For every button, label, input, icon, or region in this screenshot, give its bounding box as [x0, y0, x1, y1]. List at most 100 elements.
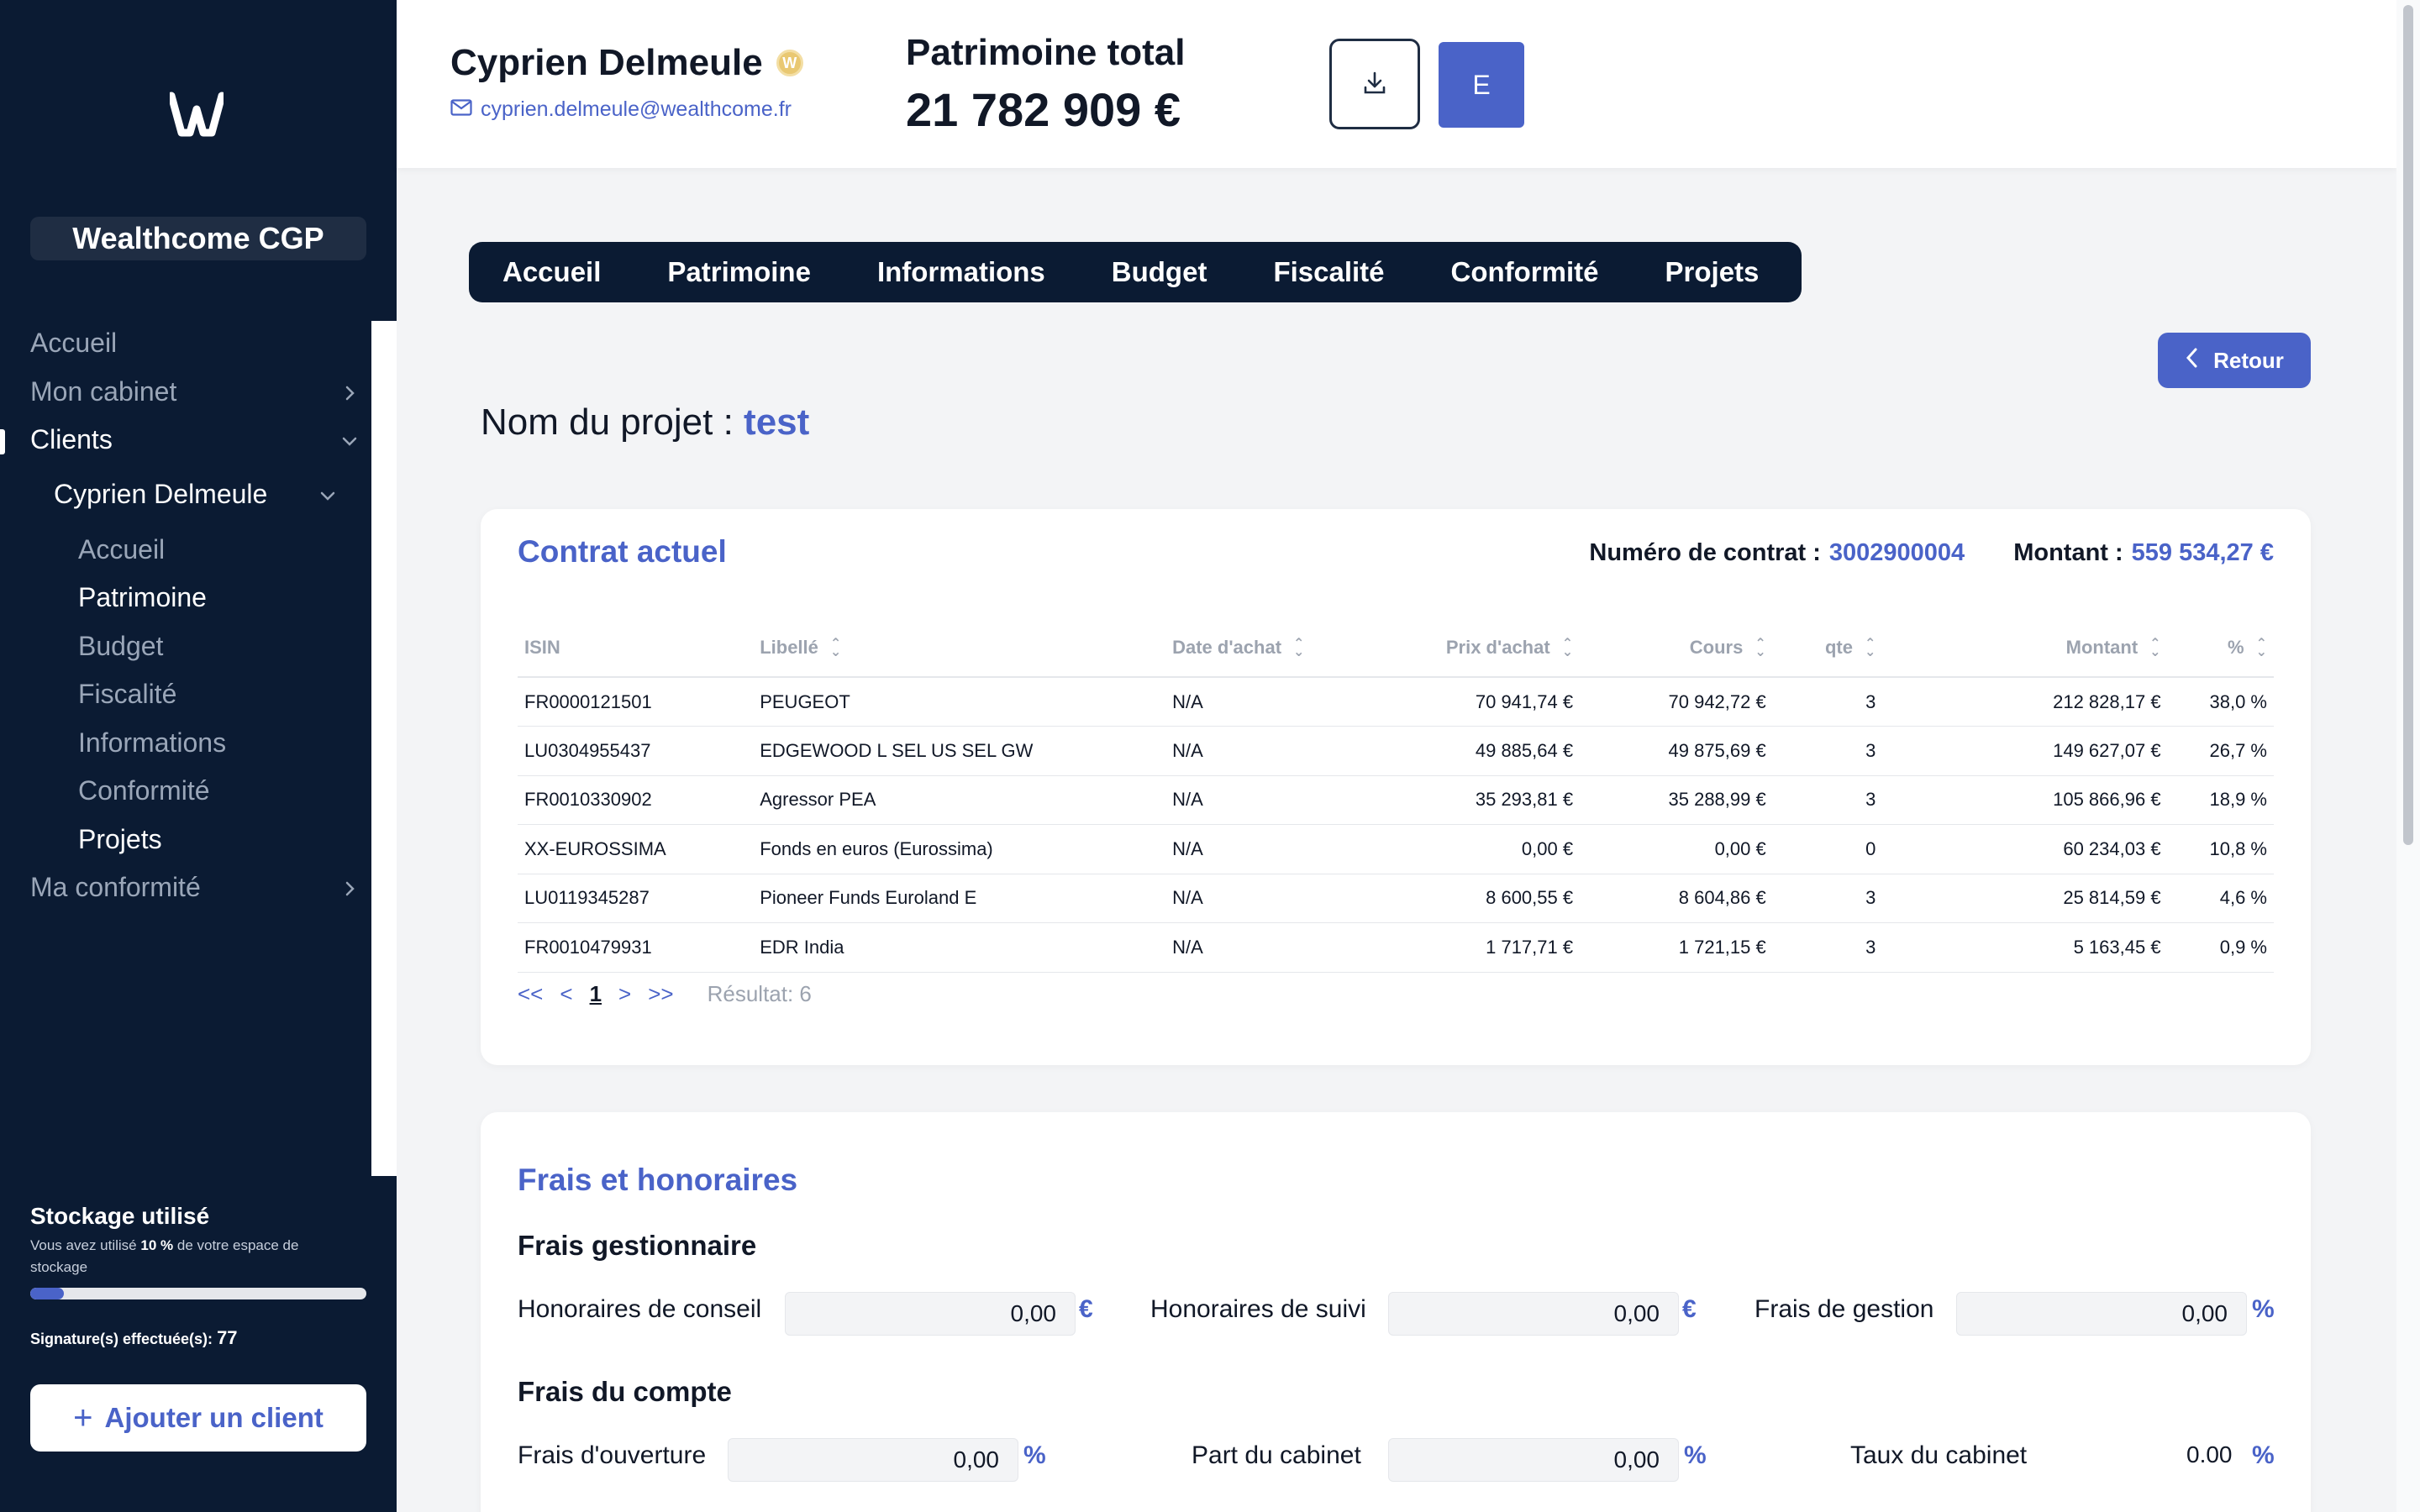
- scrollbar-thumb[interactable]: [2403, 5, 2413, 845]
- cell-qte: 3: [1772, 874, 1883, 923]
- retour-button[interactable]: Retour: [2158, 333, 2311, 388]
- column-header-prix-achat[interactable]: Prix d'achat ⌃ ⌄: [1372, 618, 1581, 678]
- nav-client-accueil[interactable]: Accueil: [78, 534, 165, 565]
- percent-unit: %: [2252, 1441, 2275, 1469]
- next-page-icon[interactable]: >: [618, 981, 631, 1007]
- cell-prix-achat: 35 293,81 €: [1372, 775, 1581, 825]
- tab-conformite[interactable]: Conformité: [1451, 256, 1599, 288]
- table-row[interactable]: FR0010479931 EDR India N/A 1 717,71 €1 721,…: [518, 922, 2274, 973]
- nav-ma-conformite[interactable]: Ma conformité: [30, 872, 201, 903]
- part-cabinet-input[interactable]: [1388, 1438, 1679, 1482]
- cell-date-achat: N/A: [1165, 677, 1373, 727]
- honoraires-suivi-input[interactable]: [1388, 1292, 1679, 1336]
- table-header-row: ISIN Libellé ⌃ ⌄ Date d'achat ⌃ ⌄ Prix d'ach…: [518, 618, 2274, 678]
- storage-progress-bar: [30, 1288, 366, 1299]
- chevron-right-icon[interactable]: [339, 879, 360, 899]
- chevron-down-icon[interactable]: [339, 431, 360, 451]
- column-header-montant[interactable]: Montant ⌃ ⌄: [1882, 618, 2168, 678]
- column-header-percent[interactable]: % ⌃ ⌄: [2167, 618, 2274, 678]
- wealthcome-logo[interactable]: [167, 91, 226, 138]
- sort-icon[interactable]: ⌃ ⌄: [1562, 637, 1573, 659]
- table-row[interactable]: LU0119345287 Pioneer Funds Euroland E N/A 8…: [518, 874, 2274, 923]
- project-title: Nom du projet : test: [481, 402, 809, 444]
- patrimoine-total-label: Patrimoine total: [906, 32, 1186, 73]
- cell-cours: 35 288,99 €: [1580, 775, 1773, 825]
- tab-patrimoine[interactable]: Patrimoine: [667, 256, 811, 288]
- cell-montant: 25 814,59 €: [1882, 874, 2168, 923]
- nav-client-fiscalite[interactable]: Fiscalité: [78, 679, 176, 710]
- client-tabs: Accueil Patrimoine Informations Budget F…: [469, 242, 1802, 302]
- cell-montant: 105 866,96 €: [1882, 775, 2168, 825]
- header: Cyprien Delmeule W cyprien.delmeule@weal…: [397, 0, 2396, 168]
- column-header-qte[interactable]: qte ⌃ ⌄: [1772, 618, 1883, 678]
- storage-title: Stockage utilisé: [30, 1203, 210, 1229]
- table-row[interactable]: XX-EUROSSIMA Fonds en euros (Eurossima) N/…: [518, 824, 2274, 874]
- table-row[interactable]: LU0304955437 EDGEWOOD L SEL US SEL GW N/A 4…: [518, 726, 2274, 776]
- nav-active-indicator: [0, 429, 5, 454]
- download-button[interactable]: [1329, 39, 1420, 129]
- cell-isin: FR0010330902: [518, 775, 754, 825]
- cell-percent: 4,6 %: [2167, 874, 2274, 923]
- cell-libelle: Agressor PEA: [753, 775, 1166, 825]
- chevron-down-icon[interactable]: [318, 486, 338, 506]
- chevron-right-icon[interactable]: [339, 383, 360, 403]
- cell-montant: 60 234,03 €: [1882, 824, 2168, 874]
- tab-accueil[interactable]: Accueil: [502, 256, 601, 288]
- cell-libelle: EDR India: [753, 922, 1166, 973]
- column-header-isin[interactable]: ISIN: [518, 618, 754, 678]
- sort-icon[interactable]: ⌃ ⌄: [830, 637, 841, 659]
- cell-percent: 18,9 %: [2167, 775, 2274, 825]
- cell-isin: FR0000121501: [518, 677, 754, 727]
- page-scrollbar[interactable]: [2396, 0, 2420, 1512]
- frais-ouverture-input[interactable]: [728, 1438, 1018, 1482]
- cell-qte: 3: [1772, 775, 1883, 825]
- honoraires-conseil-input[interactable]: [785, 1292, 1076, 1336]
- column-header-libelle[interactable]: Libellé ⌃ ⌄: [753, 618, 1166, 678]
- table-row[interactable]: FR0000121501 PEUGEOT N/A 70 941,74 €70 942,…: [518, 677, 2274, 727]
- nav-client-patrimoine[interactable]: Patrimoine: [78, 582, 207, 613]
- cell-libelle: PEUGEOT: [753, 677, 1166, 727]
- nav-client-conformite[interactable]: Conformité: [78, 775, 210, 806]
- prev-page-icon[interactable]: <: [560, 981, 572, 1007]
- sort-icon[interactable]: ⌃ ⌄: [1293, 637, 1304, 659]
- sort-icon[interactable]: ⌃ ⌄: [2256, 637, 2267, 659]
- percent-unit: %: [1023, 1441, 1046, 1469]
- frais-gestion-label: Frais de gestion: [1754, 1295, 1934, 1323]
- nav-client-budget[interactable]: Budget: [78, 631, 163, 662]
- frais-gestion-input[interactable]: [1956, 1292, 2247, 1336]
- tab-budget[interactable]: Budget: [1112, 256, 1207, 288]
- contract-number: Numéro de contrat : 3002900004: [1589, 539, 1965, 567]
- sort-icon[interactable]: ⌃ ⌄: [1754, 637, 1765, 659]
- tab-informations[interactable]: Informations: [877, 256, 1045, 288]
- cell-prix-achat: 49 885,64 €: [1372, 726, 1581, 776]
- add-client-button[interactable]: + Ajouter un client: [30, 1384, 366, 1452]
- table-row[interactable]: FR0010330902 Agressor PEA N/A 35 293,81 €35…: [518, 775, 2274, 825]
- column-header-cours[interactable]: Cours ⌃ ⌄: [1580, 618, 1773, 678]
- user-avatar[interactable]: E: [1439, 42, 1524, 128]
- tab-fiscalite[interactable]: Fiscalité: [1273, 256, 1384, 288]
- first-page-icon[interactable]: <<: [518, 981, 543, 1007]
- cell-date-achat: N/A: [1165, 726, 1373, 776]
- tab-projets[interactable]: Projets: [1665, 256, 1760, 288]
- project-name: test: [744, 402, 810, 443]
- cell-qte: 3: [1772, 726, 1883, 776]
- nav-client-informations[interactable]: Informations: [78, 727, 226, 759]
- cell-isin: XX-EUROSSIMA: [518, 824, 754, 874]
- sort-icon[interactable]: ⌃ ⌄: [2149, 637, 2160, 659]
- cell-isin: LU0119345287: [518, 874, 754, 923]
- nav-mon-cabinet[interactable]: Mon cabinet: [30, 376, 176, 407]
- client-name-text: Cyprien Delmeule: [450, 42, 763, 83]
- nav-client-projets[interactable]: Projets: [78, 824, 162, 855]
- page-number-current[interactable]: 1: [590, 981, 602, 1007]
- frais-ouverture-label: Frais d'ouverture: [518, 1441, 707, 1469]
- premium-badge-icon: W: [776, 50, 803, 76]
- nav-client-cyprien[interactable]: Cyprien Delmeule: [54, 479, 267, 510]
- nav-clients[interactable]: Clients: [30, 424, 113, 455]
- last-page-icon[interactable]: >>: [648, 981, 673, 1007]
- nav-accueil[interactable]: Accueil: [30, 328, 117, 359]
- client-email[interactable]: cyprien.delmeule@wealthcome.fr: [450, 97, 792, 122]
- sort-icon[interactable]: ⌃ ⌄: [1865, 637, 1876, 659]
- patrimoine-total-value: 21 782 909 €: [906, 83, 1181, 136]
- cell-qte: 3: [1772, 677, 1883, 727]
- column-header-date-achat[interactable]: Date d'achat ⌃ ⌄: [1165, 618, 1373, 678]
